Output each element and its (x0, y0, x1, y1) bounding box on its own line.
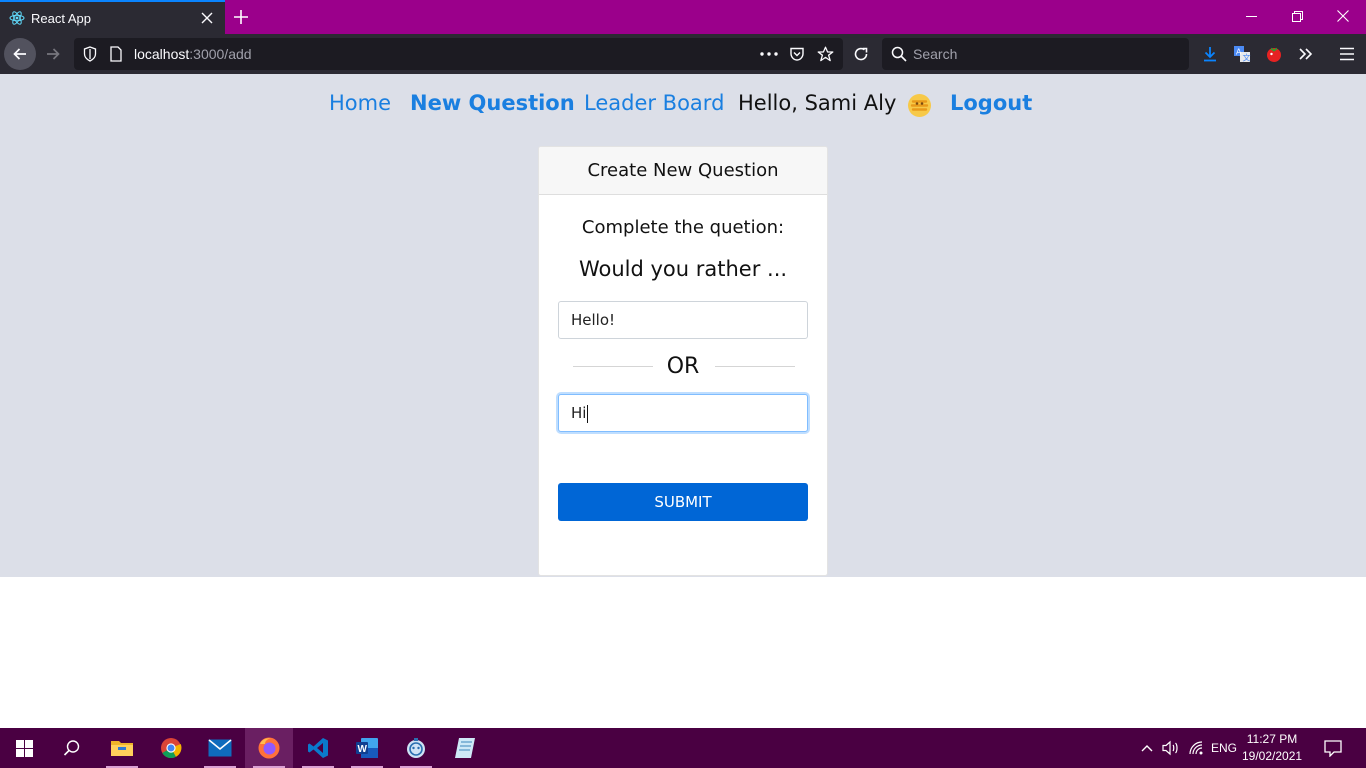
firefox-icon (258, 737, 280, 759)
search-icon (887, 42, 911, 66)
search-placeholder: Search (913, 46, 958, 62)
mail-icon (208, 739, 232, 757)
back-button[interactable] (4, 38, 36, 70)
text-caret (587, 404, 589, 423)
page-info-icon[interactable] (104, 42, 128, 66)
more-actions-icon[interactable] (757, 42, 781, 66)
notification-icon[interactable] (1318, 728, 1348, 768)
downloads-icon[interactable] (1198, 42, 1222, 66)
browser-toolbar: localhost:3000/add Search A文 (0, 34, 1366, 74)
chrome-icon (161, 738, 182, 759)
would-you-rather-heading: Would you rather ... (578, 257, 788, 281)
reload-icon[interactable] (849, 42, 873, 66)
taskbar-notes[interactable] (441, 728, 489, 768)
nav-leader-board-link[interactable]: Leader Board (584, 88, 724, 118)
url-bar[interactable]: localhost:3000/add (74, 38, 843, 70)
url-text[interactable]: localhost:3000/add (134, 46, 252, 62)
svg-text:W: W (358, 744, 368, 755)
site-navigation: Home New Question Leader Board Hello, Sa… (0, 88, 1366, 122)
taskbar-word[interactable]: W (343, 728, 391, 768)
option-two-input[interactable]: Hi (558, 394, 808, 432)
windows-taskbar: W ENG 11:27 PM 19/02/2021 (0, 728, 1366, 768)
taskbar-search-button[interactable] (48, 728, 96, 768)
volume-icon[interactable] (1159, 728, 1183, 768)
network-icon[interactable] (1186, 728, 1208, 768)
app-icon (407, 738, 425, 758)
taskbar-firefox[interactable] (245, 728, 293, 768)
file-explorer-icon (111, 741, 133, 756)
close-tab-icon[interactable] (197, 8, 217, 28)
svg-text:文: 文 (1243, 53, 1251, 63)
close-window-icon[interactable] (1320, 0, 1366, 32)
translate-icon[interactable]: A文 (1230, 42, 1254, 66)
card-header: Create New Question (539, 147, 827, 195)
vscode-icon (308, 738, 328, 758)
start-button[interactable] (0, 728, 48, 768)
pocket-icon[interactable] (785, 42, 809, 66)
taskbar-app[interactable] (392, 728, 440, 768)
page-body: Home New Question Leader Board Hello, Sa… (0, 74, 1366, 577)
restore-window-icon[interactable] (1274, 0, 1320, 32)
submit-button[interactable]: SUBMIT (558, 483, 808, 521)
word-icon: W (356, 738, 378, 758)
nav-new-question-link[interactable]: New Question (410, 88, 575, 118)
overflow-chevron-icon[interactable] (1294, 42, 1318, 66)
user-greeting: Hello, Sami Aly (738, 91, 897, 115)
option-one-input[interactable]: Hello! (558, 301, 808, 339)
start-icon (15, 739, 33, 757)
shield-icon[interactable] (78, 42, 102, 66)
language-indicator[interactable]: ENG (1209, 728, 1239, 768)
clock-time: 11:27 PM (1246, 732, 1298, 746)
browser-tab[interactable]: React App (0, 0, 225, 34)
search-bar[interactable]: Search (882, 38, 1189, 70)
instruction-text: Complete the quetion: (581, 217, 785, 238)
notes-icon (455, 738, 475, 758)
taskbar-file-explorer[interactable] (98, 728, 146, 768)
svg-text:A: A (1236, 48, 1242, 57)
clock-date: 19/02/2021 (1242, 749, 1303, 763)
taskbar-chrome[interactable] (147, 728, 195, 768)
new-tab-button[interactable] (229, 5, 253, 29)
bookmark-star-icon[interactable] (813, 42, 837, 66)
browser-tab-bar: React App (0, 0, 1366, 34)
nav-home-link[interactable]: Home (329, 88, 391, 118)
new-question-card: Create New Question Complete the quetion… (538, 146, 828, 576)
taskbar-mail[interactable] (196, 728, 244, 768)
forward-button[interactable] (37, 38, 69, 70)
hamburger-menu-icon[interactable] (1335, 42, 1359, 66)
chevron-up-icon[interactable] (1136, 728, 1158, 768)
react-icon (9, 10, 25, 26)
divider-right (715, 366, 795, 367)
system-clock[interactable]: 11:27 PM 19/02/2021 (1242, 731, 1302, 765)
avatar (908, 94, 931, 117)
extension-tomato-icon[interactable] (1262, 42, 1286, 66)
minimize-window-icon[interactable] (1228, 0, 1274, 32)
tab-title: React App (31, 10, 91, 26)
logout-link[interactable]: Logout (950, 88, 1032, 118)
search-icon (63, 740, 80, 756)
taskbar-vscode[interactable] (294, 728, 342, 768)
